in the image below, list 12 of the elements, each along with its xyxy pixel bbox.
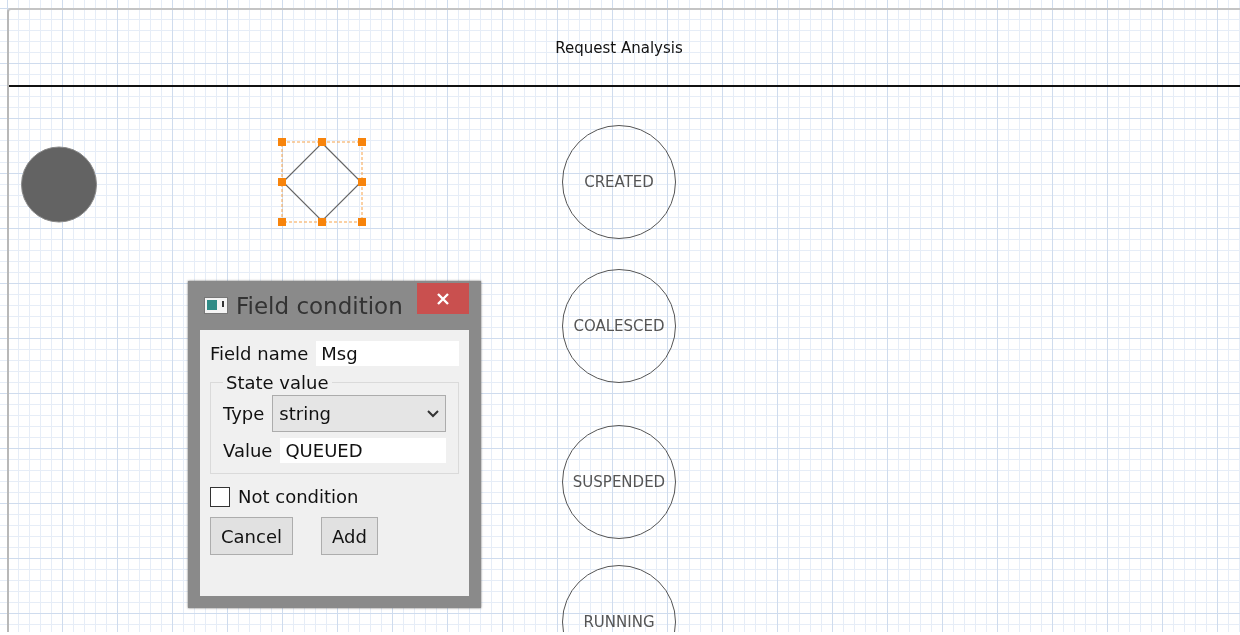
add-button[interactable]: Add — [321, 517, 378, 555]
value-input[interactable]: QUEUED — [280, 438, 446, 463]
cancel-button[interactable]: Cancel — [210, 517, 293, 555]
field-name-input[interactable]: Msg — [316, 341, 459, 366]
pool-title: Request Analysis — [555, 38, 683, 57]
type-dropdown[interactable]: string — [272, 395, 446, 432]
value-label: Value — [223, 440, 273, 461]
dialog-title: Field condition — [236, 292, 403, 319]
field-name-label: Field name — [210, 343, 309, 364]
group-title: State value — [225, 372, 330, 393]
type-label: Type — [223, 403, 265, 424]
not-condition-label: Not condition — [238, 486, 359, 507]
